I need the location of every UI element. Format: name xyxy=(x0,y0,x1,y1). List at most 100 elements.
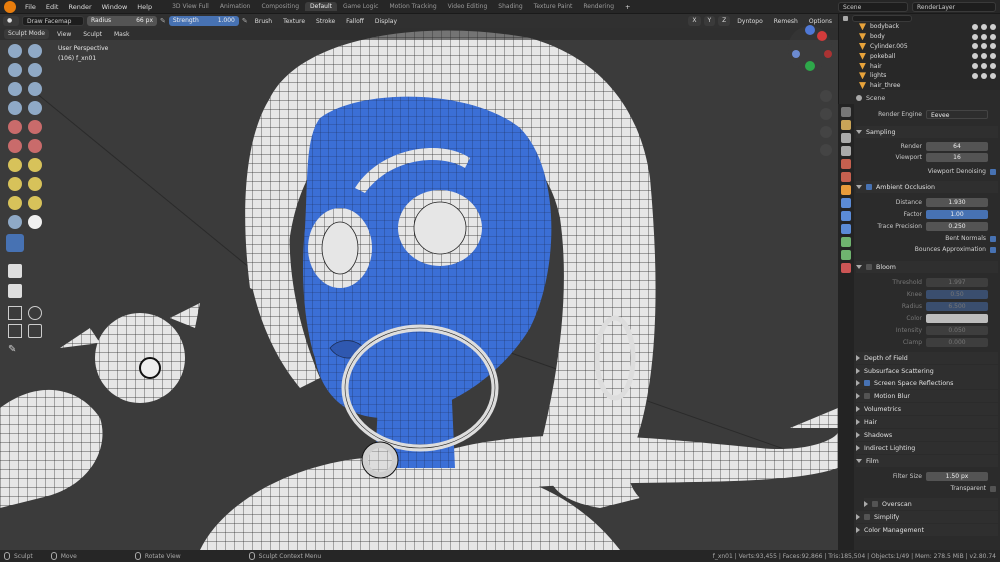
dyntopo-menu[interactable]: Dyntopo xyxy=(733,18,766,25)
motion-blur-panel-header[interactable]: Motion Blur xyxy=(856,390,998,402)
snake-hook-brush-icon[interactable] xyxy=(28,158,42,172)
render-engine-select[interactable]: Eevee xyxy=(926,110,988,119)
viewport-denoising-checkbox[interactable] xyxy=(990,168,996,175)
visibility-icons[interactable] xyxy=(972,23,1000,30)
annotate-icon[interactable]: ✎ xyxy=(8,344,22,358)
overscan-checkbox[interactable] xyxy=(872,501,878,507)
tab-default[interactable]: Default xyxy=(305,2,337,11)
outliner-row[interactable]: pokeball xyxy=(839,51,1000,61)
motion-blur-checkbox[interactable] xyxy=(864,393,870,399)
pose-brush-icon[interactable] xyxy=(28,177,42,191)
grab-brush-icon[interactable] xyxy=(8,158,22,172)
navigation-gizmo[interactable] xyxy=(784,20,836,76)
tab-compositing[interactable]: Compositing xyxy=(256,2,304,11)
crease-brush-icon[interactable] xyxy=(8,101,22,115)
display-menu[interactable]: Display xyxy=(371,18,401,25)
camera-view-icon[interactable] xyxy=(820,126,832,138)
sculpt-menu[interactable]: Sculpt xyxy=(79,31,106,38)
ao-checkbox[interactable] xyxy=(866,184,872,190)
viewport-samples-field[interactable]: 16 xyxy=(926,153,988,162)
scrape-brush-icon[interactable] xyxy=(8,139,22,153)
draw-facemap-icon[interactable] xyxy=(6,234,24,252)
clay-strips-brush-icon[interactable] xyxy=(8,63,22,77)
outliner-row[interactable]: Cylinder.005 xyxy=(839,42,1000,52)
outliner-row[interactable]: bodyback xyxy=(839,22,1000,32)
flatten-brush-icon[interactable] xyxy=(8,120,22,134)
clay-brush-icon[interactable] xyxy=(28,44,42,58)
simplify-panel-header[interactable]: Simplify xyxy=(856,511,998,523)
menu-edit[interactable]: Edit xyxy=(41,3,64,11)
ao-trace-field[interactable]: 0.250 xyxy=(926,222,988,231)
ssr-checkbox[interactable] xyxy=(864,380,870,386)
dof-panel-header[interactable]: Depth of Field xyxy=(856,352,998,364)
material-tab-icon[interactable] xyxy=(841,263,851,273)
bloom-knee-field[interactable]: 0.50 xyxy=(926,290,988,299)
tab-animation[interactable]: Animation xyxy=(215,2,256,11)
simplify-brush-icon[interactable] xyxy=(8,215,22,229)
constraints-tab-icon[interactable] xyxy=(841,237,851,247)
blender-logo-icon[interactable] xyxy=(4,0,16,13)
object-tab-icon[interactable] xyxy=(841,185,851,195)
brush-icon[interactable]: ● xyxy=(3,16,19,26)
modifier-tab-icon[interactable] xyxy=(841,198,851,208)
rotate-brush-icon[interactable] xyxy=(28,196,42,210)
scale-icon[interactable] xyxy=(8,324,22,338)
brush-menu[interactable]: Brush xyxy=(251,18,276,25)
sampling-panel-header[interactable]: Sampling xyxy=(856,126,998,138)
tab-rendering[interactable]: Rendering xyxy=(578,2,619,11)
stroke-menu[interactable]: Stroke xyxy=(312,18,339,25)
zoom-icon[interactable] xyxy=(820,90,832,102)
texture-menu[interactable]: Texture xyxy=(279,18,309,25)
physics-tab-icon[interactable] xyxy=(841,224,851,234)
menu-help[interactable]: Help xyxy=(132,3,157,11)
particles-tab-icon[interactable] xyxy=(841,211,851,221)
tab-game-logic[interactable]: Game Logic xyxy=(338,2,383,11)
simplify-checkbox[interactable] xyxy=(864,514,870,520)
outliner-row[interactable]: hair xyxy=(839,61,1000,71)
transform-icon[interactable] xyxy=(28,324,42,338)
world-tab-icon[interactable] xyxy=(841,172,851,182)
symmetry-x[interactable]: X xyxy=(688,16,701,26)
pressure-icon[interactable]: ✎ xyxy=(160,17,166,25)
overscan-panel-header[interactable]: Overscan xyxy=(864,498,998,510)
bloom-color-swatch[interactable] xyxy=(926,314,988,323)
bloom-radius-field[interactable]: 6.500 xyxy=(926,302,988,311)
visibility-icons[interactable] xyxy=(972,53,1000,60)
pressure-icon-2[interactable]: ✎ xyxy=(242,17,248,25)
pan-icon[interactable] xyxy=(820,108,832,120)
visibility-icons[interactable] xyxy=(972,72,1000,79)
ao-distance-field[interactable]: 1.930 xyxy=(926,198,988,207)
menu-window[interactable]: Window xyxy=(97,3,133,11)
radius-slider[interactable]: Radius 66 px xyxy=(87,16,157,26)
tab-shading[interactable]: Shading xyxy=(493,2,527,11)
bloom-intensity-field[interactable]: 0.050 xyxy=(926,326,988,335)
nudge-brush-icon[interactable] xyxy=(8,196,22,210)
outliner-row[interactable]: lights xyxy=(839,71,1000,81)
mode-selector[interactable]: Sculpt Mode xyxy=(4,29,49,39)
shadows-panel-header[interactable]: Shadows xyxy=(856,429,998,441)
ssr-panel-header[interactable]: Screen Space Reflections xyxy=(856,377,998,389)
film-panel-header[interactable]: Film xyxy=(856,455,998,467)
tab-motion-tracking[interactable]: Motion Tracking xyxy=(384,2,441,11)
mask-brush-icon[interactable] xyxy=(28,215,42,229)
thumb-brush-icon[interactable] xyxy=(8,177,22,191)
fill-brush-icon[interactable] xyxy=(28,120,42,134)
bounces-checkbox[interactable] xyxy=(990,246,996,253)
render-samples-field[interactable]: 64 xyxy=(926,142,988,151)
bloom-panel-header[interactable]: Bloom xyxy=(856,261,998,273)
ao-factor-slider[interactable]: 1.00 xyxy=(926,210,988,219)
bent-normals-checkbox[interactable] xyxy=(990,235,996,242)
3d-viewport[interactable] xyxy=(0,28,838,550)
box-mask-icon[interactable] xyxy=(8,264,22,278)
visibility-icons[interactable] xyxy=(972,63,1000,70)
symmetry-z[interactable]: Z xyxy=(718,16,731,26)
visibility-icons[interactable] xyxy=(972,43,1000,50)
filter-size-field[interactable]: 1.50 px xyxy=(926,472,988,481)
scene-selector[interactable]: Scene xyxy=(838,1,908,12)
bloom-clamp-field[interactable]: 0.000 xyxy=(926,338,988,347)
view-menu[interactable]: View xyxy=(53,31,75,38)
sss-panel-header[interactable]: Subsurface Scattering xyxy=(856,365,998,377)
render-tab-icon[interactable] xyxy=(841,120,851,130)
bloom-threshold-field[interactable]: 1.997 xyxy=(926,278,988,287)
indirect-lighting-panel-header[interactable]: Indirect Lighting xyxy=(856,442,998,454)
